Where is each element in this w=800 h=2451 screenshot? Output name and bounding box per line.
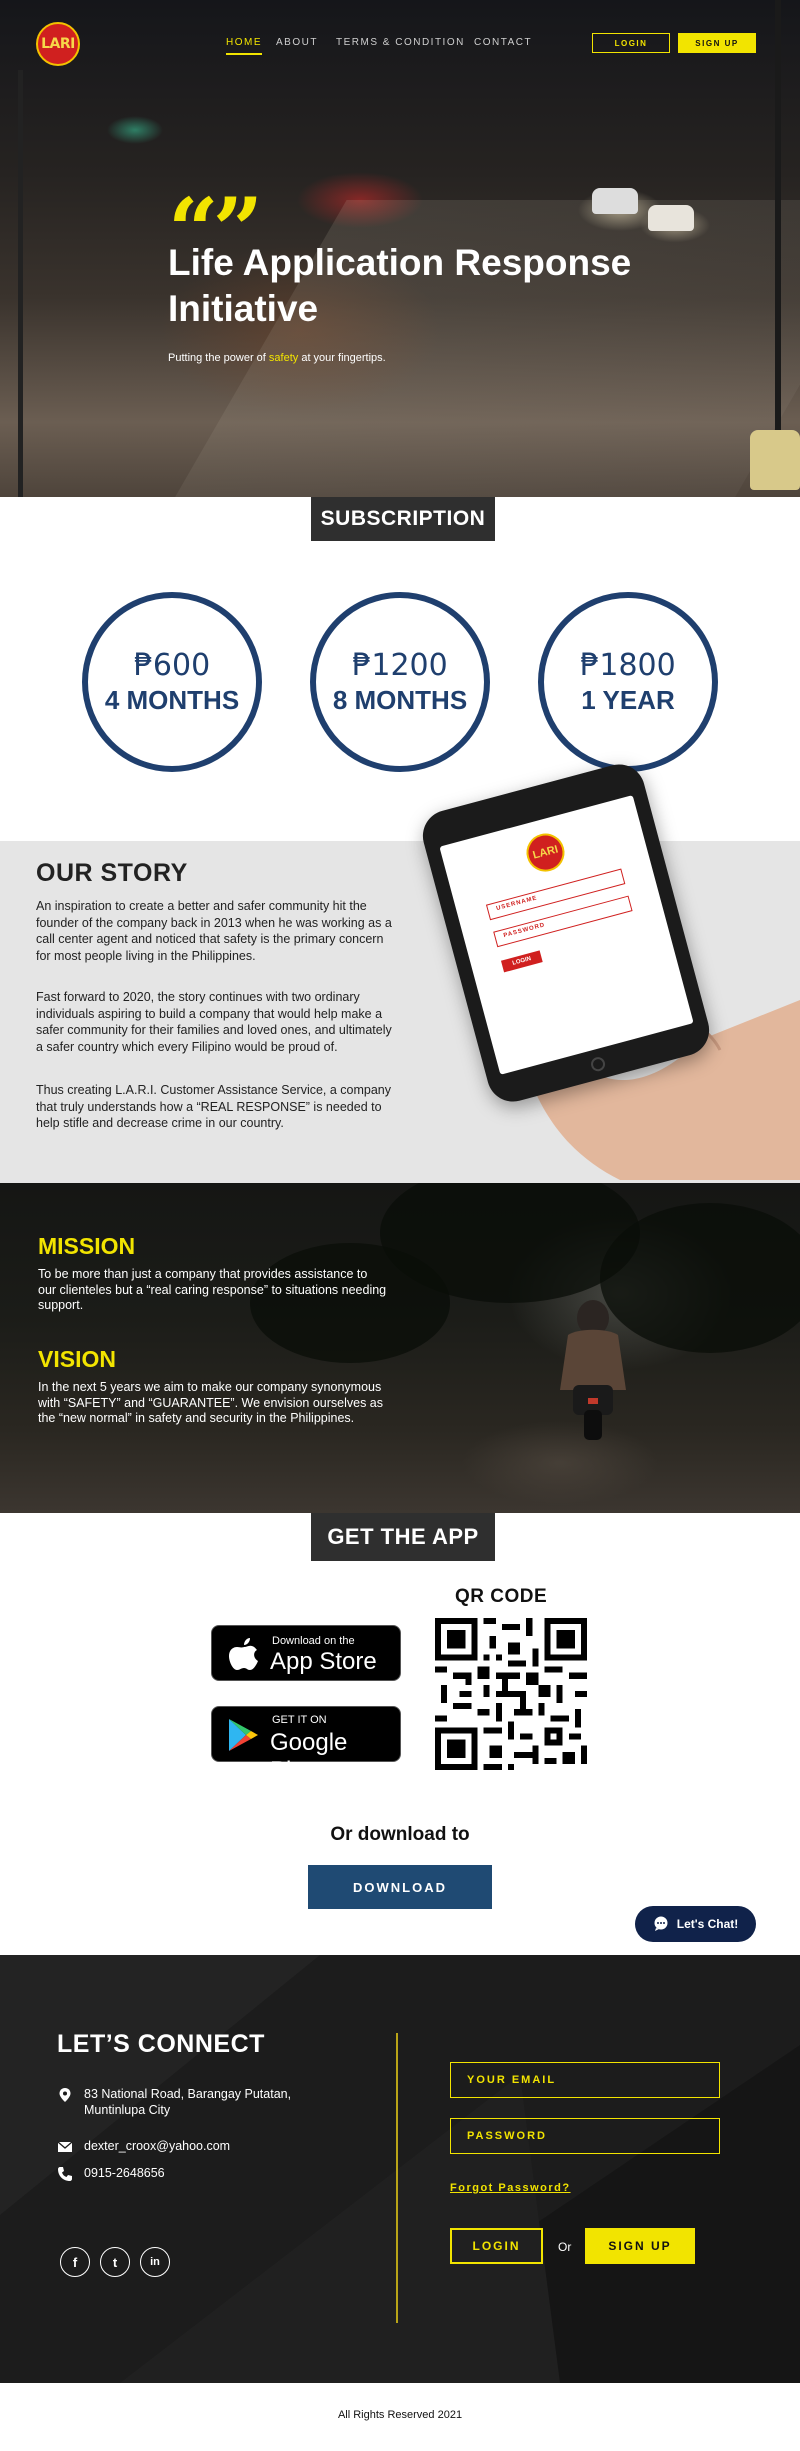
lari-logo[interactable]: LARI: [36, 22, 80, 66]
mission-text: To be more than just a company that prov…: [38, 1267, 387, 1312]
nav-contact[interactable]: CONTACT: [474, 37, 532, 48]
lets-connect-section: LET’S CONNECT 83 National Road, Barangay…: [0, 1955, 800, 2383]
nav-home[interactable]: HOME: [226, 37, 262, 55]
chat-bubble-icon: [654, 1916, 668, 1931]
or-download-text: Or download to: [330, 1824, 470, 1845]
qr-code-label: QR CODE: [455, 1586, 548, 1607]
google-play-icon: [229, 1719, 258, 1751]
subscription-heading: SUBSCRIPTION: [311, 497, 495, 541]
facebook-icon[interactable]: f: [60, 2247, 90, 2277]
envelope-icon: [57, 2141, 73, 2152]
mission-heading: MISSION: [38, 1233, 136, 1259]
phone-number-text[interactable]: 0915-2648656: [84, 2165, 165, 2181]
nav-terms[interactable]: TERMS & CONDITION: [336, 37, 465, 48]
vision-heading: VISION: [38, 1346, 116, 1372]
nav-about[interactable]: ABOUT: [276, 37, 318, 48]
footer-login-button[interactable]: LOGIN: [450, 2228, 543, 2264]
phone-logo: LARI: [522, 829, 569, 876]
story-paragraph: Thus creating L.A.R.I. Customer Assistan…: [36, 1083, 392, 1130]
nav-login-button[interactable]: LOGIN: [592, 33, 670, 53]
footer-password-input[interactable]: PASSWORD: [450, 2118, 720, 2154]
connect-heading: LET’S CONNECT: [57, 2030, 265, 2058]
phone-screen: LARI USERNAME PASSWORD LOGIN: [439, 795, 694, 1075]
plan-1-year[interactable]: ₱1800 1 YEAR: [538, 592, 718, 772]
hero-subtitle: Putting the power of safety at your fing…: [168, 352, 386, 364]
qr-code-image: [435, 1618, 587, 1770]
vision-text: In the next 5 years we aim to make our c…: [38, 1380, 384, 1425]
app-store-button[interactable]: Download on the App Store: [211, 1625, 401, 1681]
mission-vision-section: MISSION To be more than just a company t…: [0, 1183, 800, 1513]
location-pin-icon: [59, 2088, 71, 2102]
twitter-icon[interactable]: t: [100, 2247, 130, 2277]
hero-title: Life Application Response Initiative: [168, 242, 632, 329]
address-text: 83 National Road, Barangay Putatan, Munt…: [84, 2087, 292, 2117]
forgot-password-link[interactable]: Forgot Password?: [450, 2182, 571, 2194]
linkedin-icon[interactable]: in: [140, 2247, 170, 2277]
or-text: Or: [558, 2240, 572, 2254]
apple-icon: [229, 1638, 258, 1670]
footer-email-input[interactable]: YOUR EMAIL: [450, 2062, 720, 2098]
story-paragraph: An inspiration to create a better and sa…: [36, 899, 392, 963]
phone-icon: [58, 2167, 72, 2181]
footer-signup-button[interactable]: SIGN UP: [585, 2228, 695, 2264]
plan-8-months[interactable]: ₱1200 8 MONTHS: [310, 592, 490, 772]
email-text[interactable]: dexter_croox@yahoo.com: [84, 2138, 230, 2154]
copyright-text: All Rights Reserved 2021: [337, 2409, 463, 2421]
story-heading: OUR STORY: [36, 859, 188, 887]
get-app-heading: GET THE APP: [311, 1513, 495, 1561]
nav-signup-button[interactable]: SIGN UP: [678, 33, 756, 53]
motorcycle-rider-image: [560, 1300, 626, 1440]
google-play-button[interactable]: GET IT ON Google Play: [211, 1706, 401, 1784]
story-paragraph: Fast forward to 2020, the story continue…: [36, 990, 392, 1054]
plan-4-months[interactable]: ₱600 4 MONTHS: [82, 592, 262, 772]
top-nav: LARI HOME ABOUT TERMS & CONDITION CONTAC…: [0, 0, 800, 86]
download-button[interactable]: DOWNLOAD: [308, 1865, 492, 1909]
lets-chat-button[interactable]: Let's Chat!: [635, 1906, 756, 1942]
phone-login-button: LOGIN: [500, 950, 543, 973]
